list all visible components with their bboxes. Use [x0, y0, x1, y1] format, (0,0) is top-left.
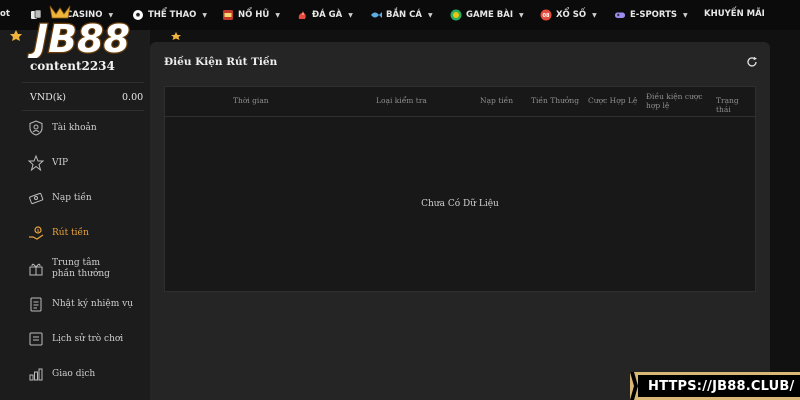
- nav-item-esports[interactable]: E-SPORTS ▼: [614, 9, 688, 21]
- nav-label: GAME BÀI: [466, 10, 513, 20]
- refresh-icon[interactable]: [746, 56, 758, 68]
- sidebar-item-mission-log[interactable]: Nhật ký nhiệm vụ: [28, 296, 146, 312]
- nav-item-lottery[interactable]: 08 XỔ SỐ ▼: [540, 9, 597, 21]
- site-url-badge: HTTPS://JB88.CLUB/: [630, 372, 800, 400]
- lottery-ball-icon: 08: [540, 9, 552, 21]
- main-panel: Điều Kiện Rút Tiền Thời gian Loại kiểm t…: [150, 42, 770, 400]
- column-header: Nạp tiền: [480, 96, 514, 105]
- sidebar-item-label: Giao dịch: [52, 368, 96, 379]
- slot-machine-icon: [222, 9, 234, 21]
- chip-icon: [450, 9, 462, 21]
- empty-state-text: Chưa Có Dữ Liệu: [421, 199, 499, 209]
- sidebar-item-rewards[interactable]: Trung tâm phần thưởng: [28, 258, 146, 280]
- clipboard-icon: [30, 297, 42, 312]
- site-url-text: HTTPS://JB88.CLUB/: [638, 375, 800, 397]
- sidebar-item-label: Rút tiền: [52, 227, 89, 238]
- sidebar-item-transactions[interactable]: Giao dịch: [28, 366, 146, 382]
- table-header: Thời gian Loại kiểm tra Nạp tiền Tiền Th…: [165, 87, 755, 117]
- column-header: Thời gian: [233, 96, 269, 105]
- history-icon: [29, 332, 43, 346]
- chevron-down-icon: ▼: [275, 11, 280, 19]
- column-header: Điều kiện cược hợp lệ: [646, 92, 703, 110]
- rooster-icon: [296, 9, 308, 21]
- chevron-down-icon: ▼: [427, 11, 433, 19]
- fish-icon: [370, 9, 382, 21]
- withdraw-conditions-table: Thời gian Loại kiểm tra Nạp tiền Tiền Th…: [164, 86, 756, 292]
- sidebar-item-label: Nhật ký nhiệm vụ: [52, 298, 133, 309]
- transaction-icon: [29, 368, 43, 381]
- nav-label: KHUYẾN MÃI: [704, 9, 765, 19]
- sidebar: content2234 VND(k) 0.00 Tài khoản VIP Nạ…: [0, 30, 150, 400]
- sidebar-item-game-history[interactable]: Lịch sử trò chơi: [28, 331, 146, 347]
- gift-icon: [29, 263, 43, 276]
- vip-star-icon: [28, 155, 44, 171]
- sidebar-item-label: Tài khoản: [52, 122, 97, 133]
- sidebar-item-label: Trung tâm phần thưởng: [52, 258, 110, 279]
- chevron-down-icon: ▼: [592, 11, 597, 19]
- sidebar-item-label: VIP: [52, 157, 69, 168]
- divider: [22, 82, 144, 83]
- svg-text:$: $: [37, 228, 40, 234]
- deposit-icon: [29, 192, 44, 205]
- gamepad-icon: [614, 9, 626, 21]
- sidebar-item-label: Lịch sử trò chơi: [52, 333, 124, 344]
- nav-item-cockfight[interactable]: ĐÁ GÀ ▼: [296, 9, 353, 21]
- sidebar-item-withdraw[interactable]: $ Rút tiền: [28, 225, 146, 241]
- chevron-down-icon: ▼: [348, 11, 353, 19]
- nav-label: NỔ HŨ: [238, 10, 270, 20]
- wallet-currency: VND(k): [30, 92, 66, 103]
- withdraw-icon: $: [29, 226, 44, 240]
- sidebar-item-deposit[interactable]: Nạp tiền: [28, 190, 146, 206]
- nav-label: XỔ SỐ: [556, 10, 587, 20]
- nav-item-slots[interactable]: NỔ HŨ ▼: [222, 9, 280, 21]
- user-shield-icon: [29, 120, 43, 136]
- nav-label: ĐÁ GÀ: [312, 10, 343, 20]
- page-title: Điều Kiện Rút Tiền: [164, 56, 278, 68]
- nav-label: BẮN CÁ: [386, 10, 422, 20]
- sidebar-item-account[interactable]: Tài khoản: [28, 120, 146, 136]
- column-header: Trạng thái: [716, 96, 739, 114]
- column-header: Cược Hợp Lệ: [588, 96, 638, 105]
- chevron-down-icon: ▼: [202, 11, 208, 19]
- chevron-down-icon: ▼: [683, 11, 688, 19]
- column-header: Loại kiểm tra: [376, 96, 427, 105]
- nav-item-fishing[interactable]: BẮN CÁ ▼: [370, 9, 433, 21]
- nav-item-card-games[interactable]: GAME BÀI ▼: [450, 9, 524, 21]
- column-header: Tiền Thưởng: [531, 96, 580, 105]
- sidebar-item-vip[interactable]: VIP: [28, 155, 146, 171]
- sidebar-item-label: Nạp tiền: [52, 192, 92, 203]
- wallet-balance: 0.00: [122, 92, 144, 103]
- logo-text: JB88: [27, 17, 130, 58]
- nav-item-promotions[interactable]: KHUYẾN MÃI: [704, 9, 765, 19]
- username: content2234: [30, 59, 115, 73]
- divider: [22, 110, 144, 111]
- nav-label: E-SPORTS: [630, 10, 677, 20]
- chevron-down-icon: ▼: [519, 11, 524, 19]
- svg-text:08: 08: [543, 13, 550, 19]
